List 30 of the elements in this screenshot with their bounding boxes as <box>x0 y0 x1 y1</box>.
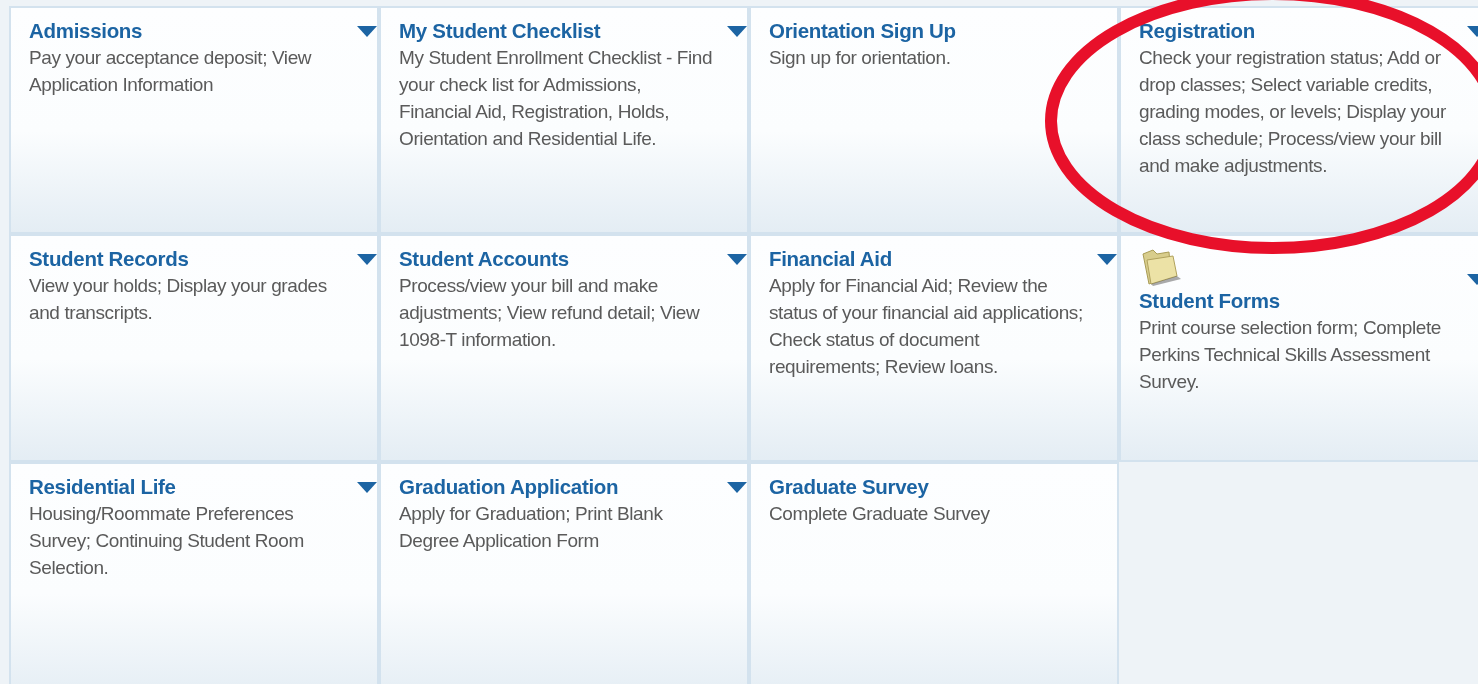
dropdown-caret-icon[interactable] <box>357 254 377 265</box>
dropdown-caret-icon[interactable] <box>727 254 747 265</box>
folder-icon <box>1139 246 1183 286</box>
tile-description: Sign up for orientation. <box>769 46 952 70</box>
tile-description: Pay your acceptance deposit; View Application Information <box>29 46 313 97</box>
tile-title-link[interactable]: Student Records <box>29 246 189 272</box>
tile-description: Check your registration status; Add or drop classes; Select variable credits, grading modes, or levels; Display your class schedule; Process/view your bill and make adjustments. <box>1139 46 1447 178</box>
dropdown-caret-icon[interactable] <box>357 482 377 493</box>
tile-description: Complete Graduate Survey <box>769 502 991 526</box>
tile-description: View your holds; Display your grades and transcripts. <box>29 274 328 325</box>
dropdown-caret-icon[interactable] <box>357 26 377 37</box>
tile-title-link[interactable]: Registration <box>1139 18 1255 44</box>
tile-title-link[interactable]: Graduation Application <box>399 474 619 500</box>
tile-title-link[interactable]: Student Accounts <box>399 246 569 272</box>
tile-description: My Student Enrollment Checklist - Find your check list for Admissions, Financial Aid, Registration, Holds, Orientation and Residential Life. <box>399 46 714 151</box>
tile-title-link[interactable]: Admissions <box>29 18 143 44</box>
tile-description: Print course selection form; Complete Perkins Technical Skills Assessment Survey. <box>1139 316 1442 394</box>
dropdown-caret-icon[interactable] <box>1097 254 1117 265</box>
tile-title-link[interactable]: Graduate Survey <box>769 474 929 500</box>
tile-description: Process/view your bill and make adjustments; View refund detail; View 1098-T information. <box>399 274 701 352</box>
tile-title-link[interactable]: Orientation Sign Up <box>769 18 956 44</box>
tile-title-link[interactable]: Financial Aid <box>769 246 892 272</box>
tile-description: Housing/Roommate Preferences Survey; Continuing Student Room Selection. <box>29 502 305 580</box>
tile-title-link[interactable]: Student Forms <box>1139 288 1280 314</box>
tile-title-link[interactable]: Residential Life <box>29 474 176 500</box>
dropdown-caret-icon[interactable] <box>727 482 747 493</box>
tile-description: Apply for Graduation; Print Blank Degree Application Form <box>399 502 664 553</box>
tile-description: Apply for Financial Aid; Review the status of your financial aid applications; Check status of document requirements; Review loans. <box>769 274 1084 379</box>
dropdown-caret-icon[interactable] <box>727 26 747 37</box>
tile-title-link[interactable]: My Student Checklist <box>399 18 601 44</box>
